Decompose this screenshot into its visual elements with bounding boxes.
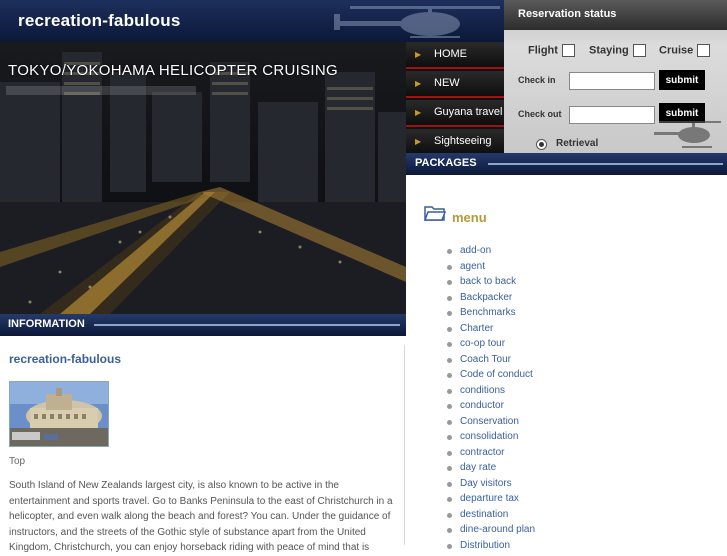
list-item[interactable]: departure tax bbox=[446, 491, 535, 507]
list-item[interactable]: Distribution bbox=[446, 538, 535, 554]
staying-option: Staying bbox=[589, 44, 646, 57]
packages-bar-line bbox=[488, 163, 723, 165]
column-divider bbox=[404, 345, 405, 545]
flight-label: Flight bbox=[528, 44, 558, 57]
castle-thumbnail[interactable] bbox=[9, 381, 109, 447]
main-nav: ▶ HOME ▶ NEW ▶ Guyana travel ▶ Sightseeing bbox=[406, 42, 504, 156]
arrow-right-icon: ▶ bbox=[415, 79, 422, 88]
list-item[interactable]: back to back bbox=[446, 274, 535, 290]
list-item[interactable]: conductor bbox=[446, 398, 535, 414]
list-item[interactable]: Backpacker bbox=[446, 290, 535, 306]
retrieval-label: Retrieval bbox=[556, 138, 599, 149]
list-item[interactable]: day rate bbox=[446, 460, 535, 476]
check-out-label: Check out bbox=[518, 109, 562, 119]
list-item[interactable]: Code of conduct bbox=[446, 367, 535, 383]
list-item[interactable]: dine-around plan bbox=[446, 522, 535, 538]
reservation-panel: Reservation status Flight Staying Cruise… bbox=[504, 0, 727, 153]
content-title[interactable]: recreation-fabulous bbox=[9, 352, 121, 366]
nav-item-label: HOME bbox=[434, 48, 467, 60]
site-title[interactable]: recreation-fabulous bbox=[18, 11, 181, 31]
site-header: recreation-fabulous bbox=[0, 0, 504, 42]
description-text: South Island of New Zealands largest cit… bbox=[9, 480, 393, 553]
list-item[interactable]: add-on bbox=[446, 243, 535, 259]
nav-item-new[interactable]: ▶ NEW bbox=[406, 71, 504, 98]
information-bar: INFORMATION bbox=[0, 314, 406, 336]
hero-heading: TOKYO/YOKOHAMA HELICOPTER CRUISING bbox=[8, 62, 338, 79]
hero-image: TOKYO/YOKOHAMA HELICOPTER CRUISING bbox=[0, 42, 406, 314]
cruise-checkbox[interactable] bbox=[697, 44, 711, 57]
arrow-right-icon: ▶ bbox=[415, 50, 422, 59]
flight-option: Flight bbox=[528, 44, 575, 57]
cruise-label: Cruise bbox=[659, 44, 694, 57]
arrow-right-icon: ▶ bbox=[415, 108, 422, 117]
folder-icon bbox=[424, 206, 446, 221]
list-item[interactable]: agent bbox=[446, 259, 535, 275]
cruise-option: Cruise bbox=[659, 44, 711, 57]
list-item[interactable]: co-op tour bbox=[446, 336, 535, 352]
nav-item-guyana-travel[interactable]: ▶ Guyana travel bbox=[406, 100, 504, 127]
list-item[interactable]: contractor bbox=[446, 445, 535, 461]
list-item[interactable]: consolidation bbox=[446, 429, 535, 445]
nav-item-sightseeing[interactable]: ▶ Sightseeing bbox=[406, 129, 504, 156]
city-night-photo bbox=[0, 42, 406, 314]
packages-label: PACKAGES bbox=[415, 157, 477, 169]
information-bar-line bbox=[94, 324, 400, 326]
helicopter-icon bbox=[654, 121, 721, 148]
check-in-submit-button[interactable]: submit bbox=[659, 70, 705, 90]
packages-bar: PACKAGES bbox=[406, 153, 727, 175]
retrieval-radio[interactable] bbox=[536, 139, 547, 150]
list-item[interactable]: conditions bbox=[446, 383, 535, 399]
reservation-title: Reservation status bbox=[518, 8, 617, 20]
nav-item-home[interactable]: ▶ HOME bbox=[406, 42, 504, 69]
hero-heading-underline bbox=[6, 86, 196, 95]
list-item[interactable]: destination bbox=[446, 507, 535, 523]
information-label: INFORMATION bbox=[8, 318, 85, 330]
check-in-label: Check in bbox=[518, 75, 556, 85]
menu-list: add-on agent back to back Backpacker Ben… bbox=[446, 243, 535, 553]
helicopter-icon bbox=[334, 6, 500, 38]
list-item[interactable]: Conservation bbox=[446, 414, 535, 430]
list-item[interactable]: Benchmarks bbox=[446, 305, 535, 321]
list-item[interactable]: Charter bbox=[446, 321, 535, 337]
nav-item-label: NEW bbox=[434, 77, 460, 89]
castle-photo bbox=[10, 382, 108, 446]
list-item[interactable]: Day visitors bbox=[446, 476, 535, 492]
nav-item-label: Sightseeing bbox=[434, 135, 492, 147]
nav-item-label: Guyana travel bbox=[434, 106, 503, 118]
top-label: Top bbox=[9, 456, 26, 467]
arrow-right-icon: ▶ bbox=[415, 137, 422, 146]
flight-checkbox[interactable] bbox=[561, 44, 575, 57]
staying-label: Staying bbox=[589, 44, 629, 57]
list-item[interactable]: Coach Tour bbox=[446, 352, 535, 368]
staying-checkbox[interactable] bbox=[632, 44, 646, 57]
menu-heading: menu bbox=[452, 210, 487, 225]
check-out-input[interactable] bbox=[569, 106, 655, 124]
check-in-input[interactable] bbox=[569, 72, 655, 90]
